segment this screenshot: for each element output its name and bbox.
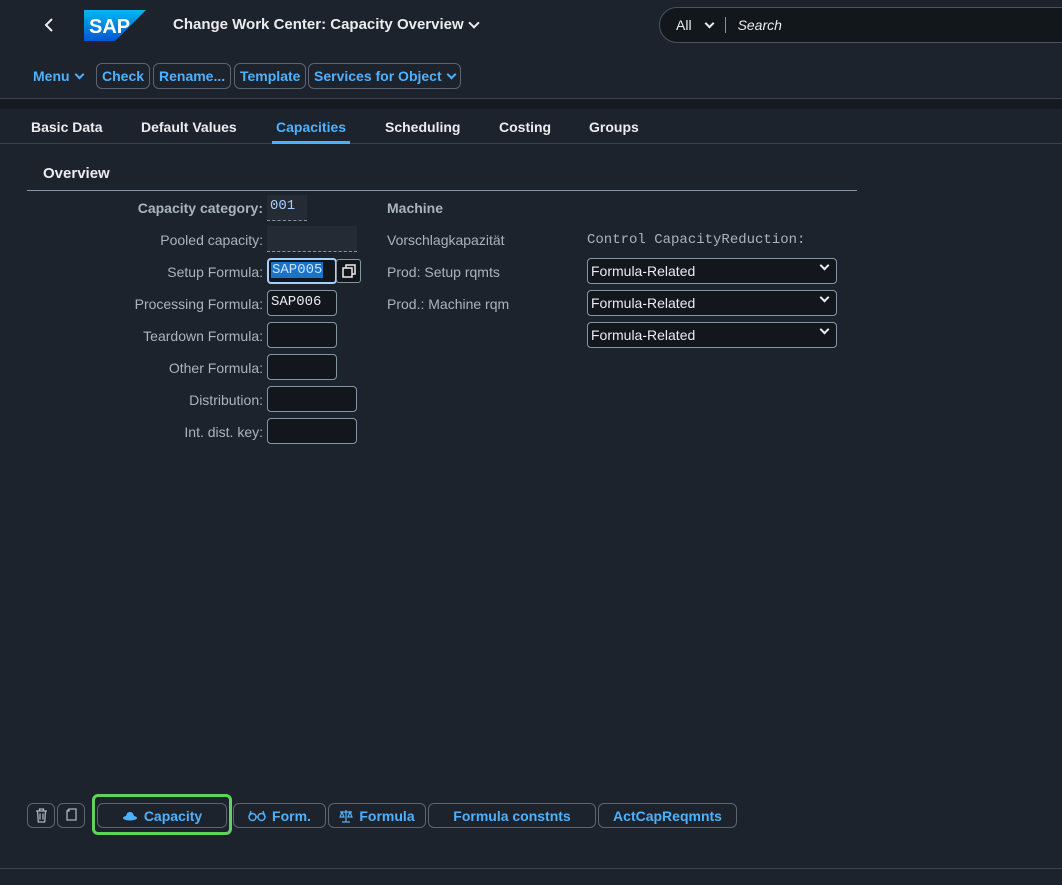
- formula-button[interactable]: Formula: [328, 803, 426, 828]
- other-formula-field[interactable]: [267, 354, 337, 380]
- actcapreqmnts-label: ActCapReqmnts: [613, 807, 722, 824]
- menu-button[interactable]: Menu: [27, 63, 89, 89]
- back-arrow-icon: [44, 18, 53, 32]
- control-select-3-value: Formula-Related: [591, 327, 696, 343]
- footer-divider: [0, 868, 1062, 869]
- processing-formula-label: Processing Formula:: [134, 296, 263, 312]
- chevron-down-icon: [704, 18, 715, 28]
- sap-logo[interactable]: SAP: [84, 10, 146, 41]
- pooled-capacity-field: [267, 226, 357, 252]
- search-box: All: [659, 7, 1062, 43]
- menu-label: Menu: [33, 68, 70, 84]
- distribution-field[interactable]: [267, 386, 357, 412]
- pooled-capacity-description: Vorschlagkapazität: [387, 232, 505, 248]
- other-formula-label: Other Formula:: [168, 360, 263, 376]
- value-help-icon: [341, 264, 356, 278]
- control-select-3[interactable]: Formula-Related: [587, 322, 837, 348]
- svg-text:SAP: SAP: [89, 16, 130, 38]
- control-select-2-value: Formula-Related: [591, 295, 696, 311]
- setup-formula-value: SAP005: [271, 262, 324, 278]
- form-button[interactable]: Form.: [233, 803, 326, 828]
- control-select-1-value: Formula-Related: [591, 263, 696, 279]
- chevron-down-icon: [74, 69, 85, 79]
- services-for-object-button[interactable]: Services for Object: [308, 63, 461, 89]
- tab-basic-data[interactable]: Basic Data: [31, 119, 103, 141]
- int-dist-key-label: Int. dist. key:: [184, 424, 263, 440]
- tab-costing[interactable]: Costing: [499, 119, 551, 141]
- page-title: Change Work Center: Capacity Overview: [173, 16, 464, 33]
- setup-formula-description: Prod: Setup rqmts: [387, 264, 500, 280]
- check-button[interactable]: Check: [96, 63, 151, 89]
- control-select-1[interactable]: Formula-Related: [587, 258, 837, 284]
- shell-header: SAP Change Work Center: Capacity Overvie…: [0, 0, 1062, 52]
- formula-constants-label: Formula constnts: [453, 807, 571, 824]
- form-label: Form.: [272, 807, 311, 824]
- glasses-icon: [248, 810, 266, 821]
- int-dist-key-field[interactable]: [267, 418, 357, 444]
- application-toolbar: Menu Check Rename... Template Services f…: [0, 60, 1062, 90]
- capacity-button-highlight: [92, 794, 232, 835]
- tab-groups[interactable]: Groups: [589, 119, 639, 141]
- pooled-capacity-label: Pooled capacity:: [160, 232, 263, 248]
- check-label: Check: [102, 68, 145, 84]
- capacity-category-field: 001: [267, 195, 307, 221]
- formula-label: Formula: [359, 807, 415, 824]
- setup-formula-label: Setup Formula:: [167, 264, 263, 280]
- teardown-formula-field[interactable]: [267, 322, 337, 348]
- balance-scale-icon: [339, 809, 354, 823]
- value-help-button[interactable]: [336, 259, 361, 283]
- section-divider: [27, 190, 857, 191]
- formula-constants-button[interactable]: Formula constnts: [428, 803, 596, 828]
- actcapreqmnts-button[interactable]: ActCapReqmnts: [598, 803, 737, 828]
- template-label: Template: [240, 68, 301, 84]
- section-title: Overview: [43, 165, 110, 182]
- trash-icon: [35, 808, 47, 823]
- chevron-down-icon: [446, 69, 457, 79]
- back-button[interactable]: [36, 12, 62, 38]
- app-title[interactable]: Change Work Center: Capacity Overview: [173, 16, 480, 33]
- capacity-category-label: Capacity category:: [137, 200, 263, 216]
- tab-capacities[interactable]: Capacities: [272, 119, 351, 144]
- search-scope-label: All: [676, 17, 692, 33]
- services-label: Services for Object: [314, 68, 442, 84]
- copy-button[interactable]: [57, 803, 85, 828]
- control-select-2[interactable]: Formula-Related: [587, 290, 837, 316]
- rename-label: Rename...: [159, 68, 226, 84]
- search-input[interactable]: [725, 17, 1062, 33]
- tab-scheduling[interactable]: Scheduling: [385, 119, 460, 141]
- tab-default-values[interactable]: Default Values: [141, 119, 237, 141]
- processing-formula-field[interactable]: SAP006: [267, 290, 337, 316]
- chevron-down-icon: [819, 324, 830, 335]
- chevron-down-icon: [819, 260, 830, 271]
- template-button[interactable]: Template: [234, 63, 307, 89]
- control-capacity-reduction-header: Control CapacityReduction:: [587, 232, 806, 248]
- delete-button[interactable]: [27, 803, 55, 828]
- rename-button[interactable]: Rename...: [153, 63, 232, 89]
- search-scope-select[interactable]: All: [660, 17, 726, 33]
- divider-band: [0, 99, 1062, 109]
- chevron-down-icon: [819, 292, 830, 303]
- setup-formula-field[interactable]: SAP005: [267, 258, 337, 284]
- distribution-label: Distribution:: [189, 392, 263, 408]
- capacity-category-description: Machine: [387, 200, 444, 216]
- tab-bar: Basic Data Default Values Capacities Sch…: [0, 110, 1062, 144]
- teardown-formula-label: Teardown Formula:: [143, 328, 263, 344]
- chevron-down-icon: [467, 16, 480, 29]
- copy-icon: [66, 808, 77, 821]
- processing-formula-description: Prod.: Machine rqm: [387, 296, 510, 312]
